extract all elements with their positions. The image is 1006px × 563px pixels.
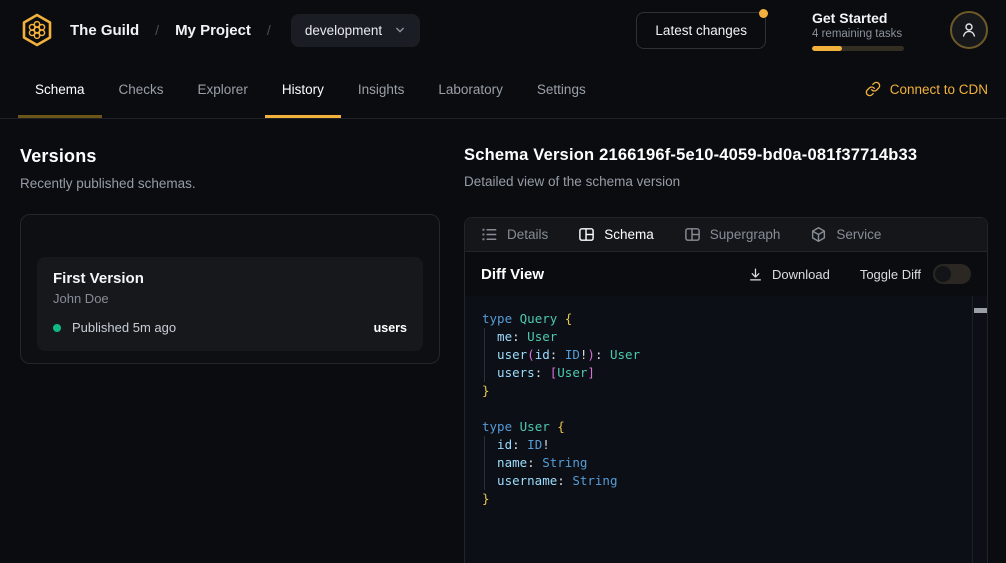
- download-button[interactable]: Download: [748, 267, 830, 282]
- detail-tab-details[interactable]: Details: [481, 226, 548, 243]
- target-select-value: development: [305, 23, 382, 38]
- main-content: Versions Recently published schemas. Fir…: [0, 119, 1006, 563]
- detail-tab-supergraph[interactable]: Supergraph: [684, 226, 781, 243]
- version-service-badge: users: [374, 321, 407, 335]
- diff-view-title: Diff View: [481, 266, 544, 283]
- schema-code-viewer: type Query { me: User user(id: ID!): Use…: [465, 296, 987, 563]
- toggle-diff-label: Toggle Diff: [860, 267, 921, 282]
- tab-underline: [102, 115, 181, 118]
- nav-tab-settings[interactable]: Settings: [520, 60, 603, 118]
- version-detail-subtitle: Detailed view of the schema version: [464, 174, 988, 189]
- nav-tab-explorer[interactable]: Explorer: [181, 60, 265, 118]
- download-label: Download: [772, 267, 830, 282]
- versions-subtitle: Recently published schemas.: [20, 176, 440, 191]
- tab-underline: [341, 115, 422, 118]
- nav-tab-label: Laboratory: [438, 82, 503, 97]
- nav-tab-label: History: [282, 82, 324, 97]
- detail-tab-service[interactable]: Service: [810, 226, 881, 243]
- sdl-code: type Query { me: User user(id: ID!): Use…: [482, 310, 967, 508]
- tab-underline: [181, 115, 265, 118]
- version-status-text: Published 5m ago: [72, 320, 176, 335]
- version-name: First Version: [53, 270, 407, 287]
- user-avatar[interactable]: [950, 11, 988, 49]
- versions-list-card: First Version John Doe Published 5m ago …: [20, 214, 440, 364]
- breadcrumb: The Guild / My Project /: [70, 22, 271, 39]
- code-scrollbar[interactable]: [972, 296, 987, 563]
- nav-tab-history[interactable]: History: [265, 60, 341, 118]
- link-icon: [865, 81, 881, 97]
- nav-tab-label: Settings: [537, 82, 586, 97]
- connect-to-cdn-link[interactable]: Connect to CDN: [865, 60, 988, 118]
- target-select[interactable]: development: [291, 14, 420, 47]
- breadcrumb-separator: /: [155, 22, 159, 38]
- detail-tab-label: Details: [507, 227, 548, 242]
- breadcrumb-separator: /: [267, 22, 271, 38]
- nav-tab-label: Insights: [358, 82, 405, 97]
- versions-title: Versions: [20, 146, 440, 167]
- detail-tab-label: Schema: [604, 227, 654, 242]
- version-status-row: Published 5m ago users: [53, 320, 407, 335]
- tab-underline: [520, 115, 603, 118]
- tab-underline: [265, 115, 341, 118]
- chevron-down-icon: [394, 24, 406, 36]
- toggle-diff-switch[interactable]: [933, 264, 971, 284]
- nav-tab-label: Schema: [35, 82, 85, 97]
- notification-dot: [759, 9, 768, 18]
- latest-changes-button[interactable]: Latest changes: [636, 12, 766, 49]
- breadcrumb-project[interactable]: My Project: [175, 22, 251, 39]
- nav-tab-laboratory[interactable]: Laboratory: [421, 60, 520, 118]
- get-started-title: Get Started: [812, 10, 904, 26]
- get-started-progressbar: [812, 46, 904, 51]
- tab-underline: [18, 115, 102, 118]
- panels-icon: [578, 226, 595, 243]
- get-started-progress-fill: [812, 46, 842, 51]
- hive-logo-icon[interactable]: [18, 11, 56, 49]
- get-started-subtitle: 4 remaining tasks: [812, 28, 904, 40]
- schema-view-panel: Details Schema Sup: [464, 217, 988, 563]
- get-started-widget[interactable]: Get Started 4 remaining tasks: [812, 10, 904, 51]
- nav-tab-label: Checks: [119, 82, 164, 97]
- toggle-knob: [935, 266, 951, 282]
- published-status-icon: [53, 324, 61, 332]
- latest-changes-label: Latest changes: [655, 23, 747, 38]
- cube-icon: [810, 226, 827, 243]
- detail-tab-label: Service: [836, 227, 881, 242]
- download-icon: [748, 267, 763, 282]
- panels-icon: [684, 226, 701, 243]
- primary-nav: Schema Checks Explorer History Insights …: [0, 60, 1006, 119]
- versions-panel: Versions Recently published schemas. Fir…: [20, 146, 440, 563]
- detail-tabs: Details Schema Sup: [465, 218, 987, 252]
- version-list-item[interactable]: First Version John Doe Published 5m ago …: [37, 257, 423, 351]
- detail-tab-schema[interactable]: Schema: [578, 226, 654, 243]
- code-scrollbar-thumb[interactable]: [974, 308, 987, 313]
- breadcrumb-org[interactable]: The Guild: [70, 22, 139, 39]
- nav-tab-schema[interactable]: Schema: [18, 60, 102, 118]
- diff-toolbar: Diff View Download Toggle Diff: [465, 252, 987, 296]
- version-detail-panel: Schema Version 2166196f-5e10-4059-bd0a-0…: [464, 146, 988, 563]
- nav-tab-insights[interactable]: Insights: [341, 60, 422, 118]
- list-icon: [481, 226, 498, 243]
- detail-tab-label: Supergraph: [710, 227, 781, 242]
- app-header: The Guild / My Project / development Lat…: [0, 0, 1006, 60]
- indent-guide: [484, 436, 485, 490]
- version-author: John Doe: [53, 291, 407, 306]
- person-icon: [959, 20, 979, 40]
- indent-guide: [484, 328, 485, 382]
- version-detail-title: Schema Version 2166196f-5e10-4059-bd0a-0…: [464, 146, 988, 165]
- nav-tab-label: Explorer: [198, 82, 248, 97]
- connect-to-cdn-label: Connect to CDN: [890, 82, 988, 97]
- nav-tab-checks[interactable]: Checks: [102, 60, 181, 118]
- tab-underline: [421, 115, 520, 118]
